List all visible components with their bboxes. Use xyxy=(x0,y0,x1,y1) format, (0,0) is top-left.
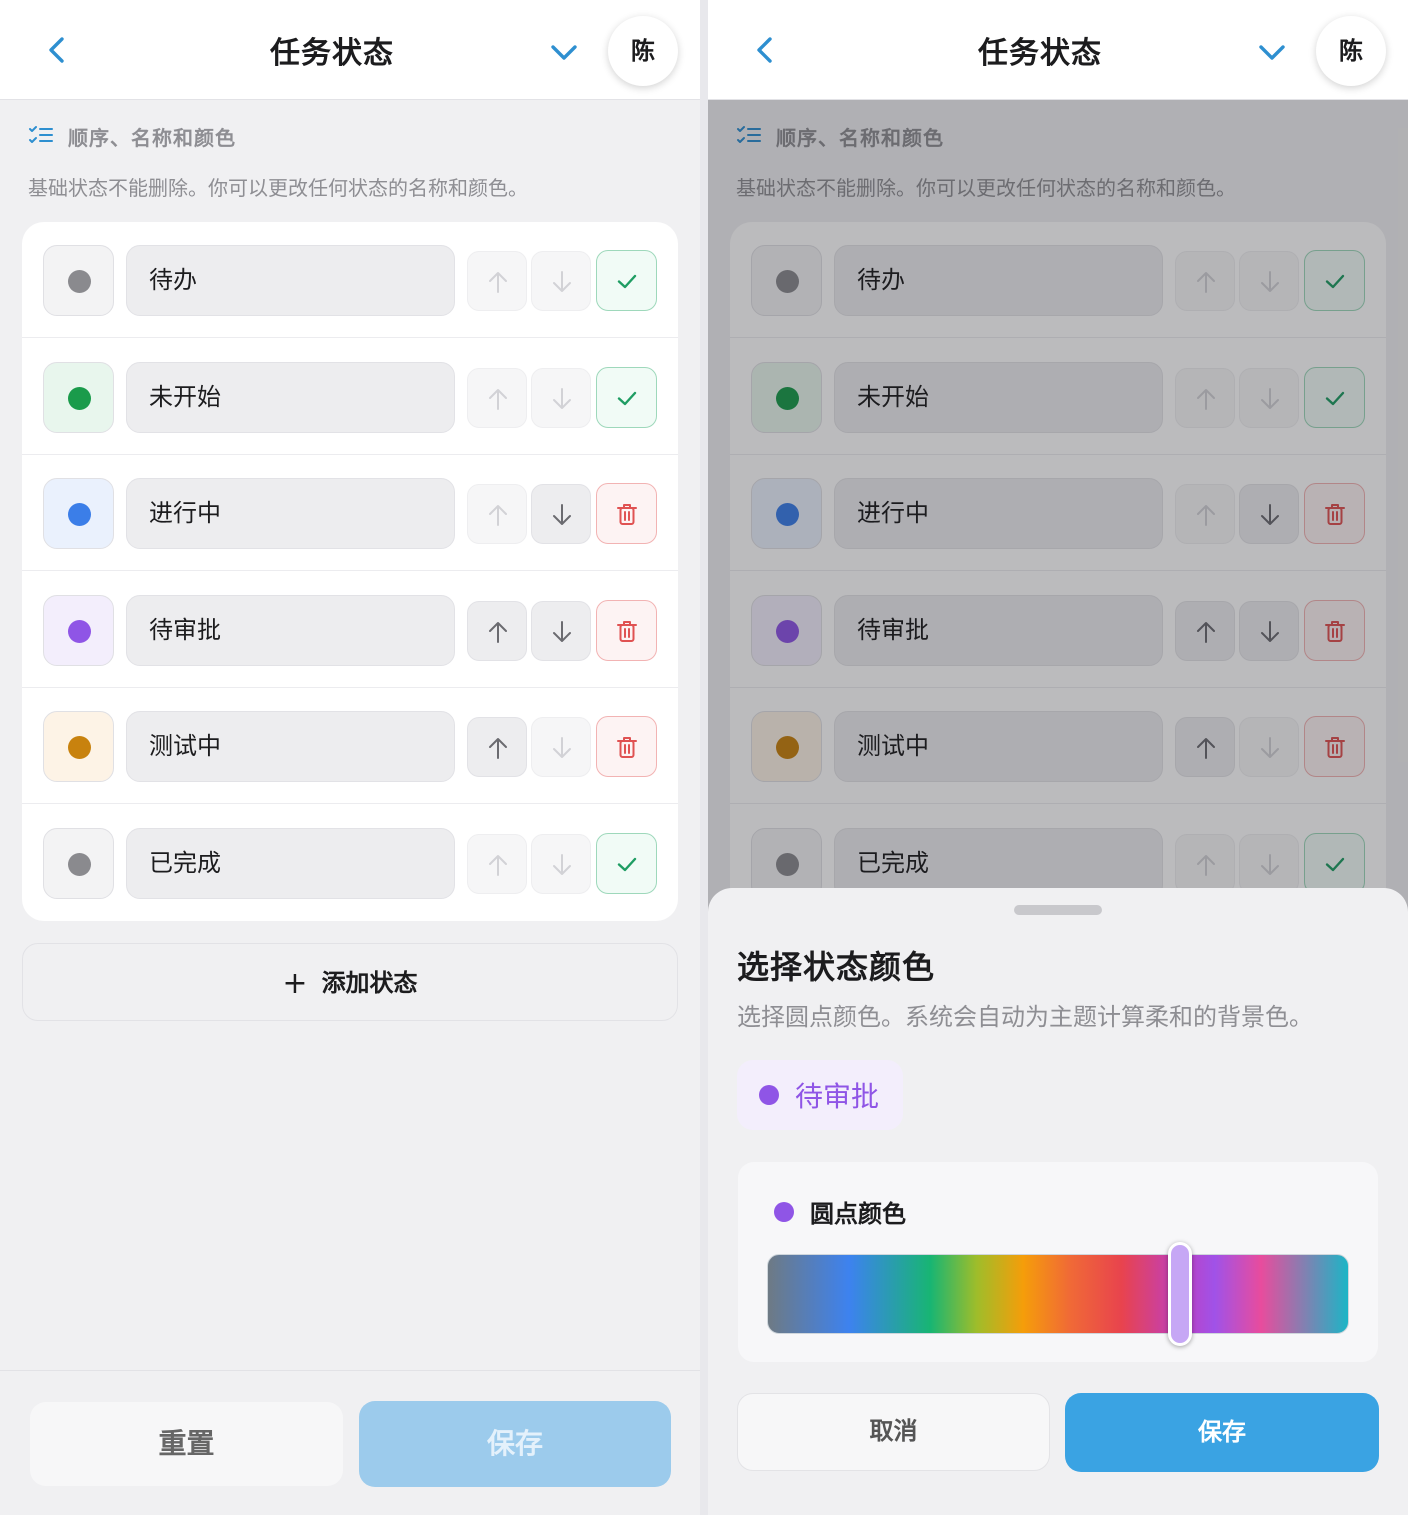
move-up-button[interactable] xyxy=(467,484,527,544)
plus-icon: + xyxy=(282,966,308,1001)
arrow-down-icon xyxy=(553,853,571,875)
status-name-input[interactable]: 进行中 xyxy=(126,478,455,549)
section-title: 顺序、名称和颜色 xyxy=(68,125,236,150)
dot-color-label-text: 圆点颜色 xyxy=(810,1200,906,1228)
status-name-input[interactable]: 未开始 xyxy=(126,361,455,433)
header: 任务状态 陈 xyxy=(0,0,700,100)
color-swatch-button[interactable] xyxy=(43,711,114,782)
section-header: 顺序、名称和颜色 xyxy=(28,122,236,150)
arrow-down-icon xyxy=(553,387,571,409)
move-up-button[interactable] xyxy=(467,833,527,894)
color-swatch-button[interactable] xyxy=(43,827,114,899)
color-swatch-button[interactable] xyxy=(43,478,114,549)
check-icon xyxy=(617,391,637,405)
arrow-up-icon xyxy=(489,272,507,293)
arrow-down-icon xyxy=(553,737,571,758)
arrow-down-icon xyxy=(553,504,571,525)
color-picker-screen: 任务状态 陈 顺序、名称和颜色 基础状态不能删除。你可以更改任何状态的名称和颜色… xyxy=(708,0,1408,1515)
status-row: 进行中 xyxy=(22,455,678,571)
footer: 重置 保存 xyxy=(0,1370,700,1515)
status-row: 未开始 xyxy=(22,339,678,455)
status-name-input[interactable]: 已完成 xyxy=(126,827,455,899)
save-button[interactable]: 保存 xyxy=(359,1401,671,1487)
chevron-down-icon[interactable] xyxy=(1254,36,1290,68)
delete-button[interactable] xyxy=(596,716,657,777)
color-swatch-button[interactable] xyxy=(43,361,114,433)
status-row: 待审批 xyxy=(22,572,678,688)
move-down-button[interactable] xyxy=(531,717,591,777)
arrow-down-icon xyxy=(553,620,571,642)
header: 任务状态 陈 xyxy=(708,0,1408,100)
dot-color-label: 圆点颜色 xyxy=(774,1194,906,1229)
trash-icon xyxy=(617,620,637,642)
check-icon xyxy=(617,857,637,871)
arrow-down-icon xyxy=(553,271,571,292)
status-row: 已完成 xyxy=(22,805,678,921)
avatar[interactable]: 陈 xyxy=(608,16,678,86)
sheet-title: 选择状态颜色 xyxy=(737,948,936,986)
move-up-button[interactable] xyxy=(467,717,527,777)
move-down-button[interactable] xyxy=(531,833,591,894)
status-dot xyxy=(68,852,91,876)
hue-slider-thumb[interactable] xyxy=(1168,1242,1193,1346)
delete-button[interactable] xyxy=(596,483,657,544)
move-down-button[interactable] xyxy=(531,484,591,544)
add-status-button[interactable]: + 添加状态 xyxy=(22,943,678,1021)
dot-color-card: 圆点颜色 xyxy=(738,1162,1378,1362)
save-button[interactable]: 保存 xyxy=(1065,1393,1379,1472)
color-swatch-button[interactable] xyxy=(43,245,114,316)
sheet-description: 选择圆点颜色。系统会自动为主题计算柔和的背景色。 xyxy=(737,1003,1313,1031)
sheet-grabber[interactable] xyxy=(1014,905,1102,915)
move-up-button[interactable] xyxy=(467,251,527,311)
status-list: 待办未开始进行中待审批测试中已完成 xyxy=(22,222,678,921)
move-down-button[interactable] xyxy=(531,600,591,661)
preview-dot xyxy=(759,1085,779,1105)
hue-slider-track[interactable] xyxy=(767,1254,1349,1334)
color-swatch-button[interactable] xyxy=(43,594,114,666)
status-name-input[interactable]: 待审批 xyxy=(126,594,455,666)
check-icon xyxy=(617,274,637,289)
chevron-down-icon[interactable] xyxy=(546,36,582,68)
status-dot xyxy=(68,270,91,293)
move-down-button[interactable] xyxy=(531,367,591,428)
move-up-button[interactable] xyxy=(467,600,527,661)
add-status-label: 添加状态 xyxy=(321,969,418,997)
arrow-up-icon xyxy=(489,738,507,759)
confirm-button[interactable] xyxy=(596,250,657,311)
status-dot xyxy=(68,386,91,410)
arrow-up-icon xyxy=(489,621,507,643)
status-name-input[interactable]: 待办 xyxy=(126,245,455,316)
arrow-up-icon xyxy=(489,388,507,410)
trash-icon xyxy=(617,737,637,758)
trash-icon xyxy=(617,504,637,525)
status-row: 测试中 xyxy=(22,688,678,804)
move-up-button[interactable] xyxy=(467,367,527,428)
status-editor-screen: 任务状态 陈 顺序、名称和颜色 基础状态不能删除。你可以更改任何状态的名称和颜色… xyxy=(0,0,700,1515)
status-dot xyxy=(68,503,91,526)
section-description: 基础状态不能删除。你可以更改任何状态的名称和颜色。 xyxy=(28,176,528,200)
status-dot xyxy=(68,736,91,759)
reset-button[interactable]: 重置 xyxy=(30,1402,343,1486)
status-preview-chip: 待审批 xyxy=(737,1060,904,1130)
status-dot xyxy=(68,619,91,643)
confirm-button[interactable] xyxy=(596,366,657,428)
checklist-icon xyxy=(29,126,53,143)
delete-button[interactable] xyxy=(596,599,657,661)
cancel-button[interactable]: 取消 xyxy=(737,1393,1050,1471)
status-row: 待办 xyxy=(22,222,678,338)
move-down-button[interactable] xyxy=(531,251,591,311)
confirm-button[interactable] xyxy=(596,832,657,894)
arrow-up-icon xyxy=(489,505,507,526)
arrow-up-icon xyxy=(489,854,507,876)
color-picker-sheet: 选择状态颜色 选择圆点颜色。系统会自动为主题计算柔和的背景色。 待审批 圆点颜色… xyxy=(708,888,1408,1515)
dot-color-indicator xyxy=(774,1201,794,1222)
avatar[interactable]: 陈 xyxy=(1316,16,1386,86)
status-name-input[interactable]: 测试中 xyxy=(126,711,455,782)
preview-name: 待审批 xyxy=(795,1080,880,1113)
